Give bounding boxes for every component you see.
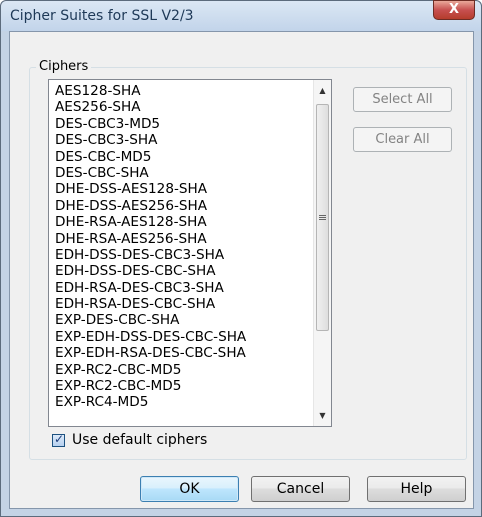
select-all-button[interactable]: Select All [353,87,452,112]
cipher-list-item[interactable]: DHE-RSA-AES128-SHA [55,214,246,230]
cipher-list-item[interactable]: EXP-RC2-CBC-MD5 [55,362,246,378]
cipher-items: AES128-SHA AES256-SHA DES-CBC3-MD5 DES-CBC3… [55,83,246,411]
cipher-list-item[interactable]: EDH-DSS-DES-CBC3-SHA [55,247,246,263]
help-button[interactable]: Help [367,476,466,502]
cipher-list-item[interactable]: EDH-RSA-DES-CBC-SHA [55,296,246,312]
cipher-list-item[interactable]: EXP-RC4-MD5 [55,394,246,410]
cipher-list-item[interactable]: EDH-RSA-DES-CBC3-SHA [55,280,246,296]
checkmark-icon: ✓ [54,432,65,446]
use-default-ciphers-checkbox[interactable]: ✓ [52,432,65,447]
cipher-list-item[interactable]: EXP-EDH-DSS-DES-CBC-SHA [55,329,246,345]
close-button[interactable]: X [433,0,475,20]
cipher-list-item[interactable]: DHE-RSA-AES256-SHA [55,231,246,247]
cipher-list-item[interactable]: AES128-SHA [55,83,246,99]
cipher-list-item[interactable]: DHE-DSS-AES128-SHA [55,181,246,197]
cipher-list-item[interactable]: DES-CBC3-SHA [55,132,246,148]
ciphers-group-label: Ciphers [36,59,92,74]
clear-all-button[interactable]: Clear All [353,127,452,152]
title-bar[interactable]: Cipher Suites for SSL V2/3 X [1,0,481,31]
cipher-list-item[interactable]: DHE-DSS-AES256-SHA [55,198,246,214]
cipher-list-item[interactable]: DES-CBC-MD5 [55,149,246,165]
scroll-grip-line [319,215,326,216]
window-title: Cipher Suites for SSL V2/3 [10,8,194,24]
cipher-list-scrollbar[interactable]: ▲ ▼ [313,80,331,426]
cipher-list-item[interactable]: DES-CBC-SHA [55,165,246,181]
scroll-grip-line [319,219,326,220]
scroll-down-arrow-icon[interactable]: ▼ [314,407,331,424]
cipher-list-item[interactable]: EDH-DSS-DES-CBC-SHA [55,263,246,279]
cipher-list-item[interactable]: EXP-EDH-RSA-DES-CBC-SHA [55,345,246,361]
cipher-listbox[interactable]: AES128-SHA AES256-SHA DES-CBC3-MD5 DES-CBC3… [48,79,332,427]
cipher-list-item[interactable]: EXP-DES-CBC-SHA [55,312,246,328]
cipher-list-item[interactable]: AES256-SHA [55,99,246,115]
scroll-grip-line [319,217,326,218]
use-default-ciphers-label[interactable]: Use default ciphers [72,432,207,448]
cipher-list-item[interactable]: DES-CBC3-MD5 [55,116,246,132]
cipher-list-item[interactable]: EXP-RC2-CBC-MD5 [55,378,246,394]
scroll-thumb[interactable] [316,104,329,331]
scroll-up-arrow-icon[interactable]: ▲ [314,82,331,99]
close-icon: X [448,2,460,17]
ok-button[interactable]: OK [140,476,239,502]
cancel-button[interactable]: Cancel [251,476,350,502]
